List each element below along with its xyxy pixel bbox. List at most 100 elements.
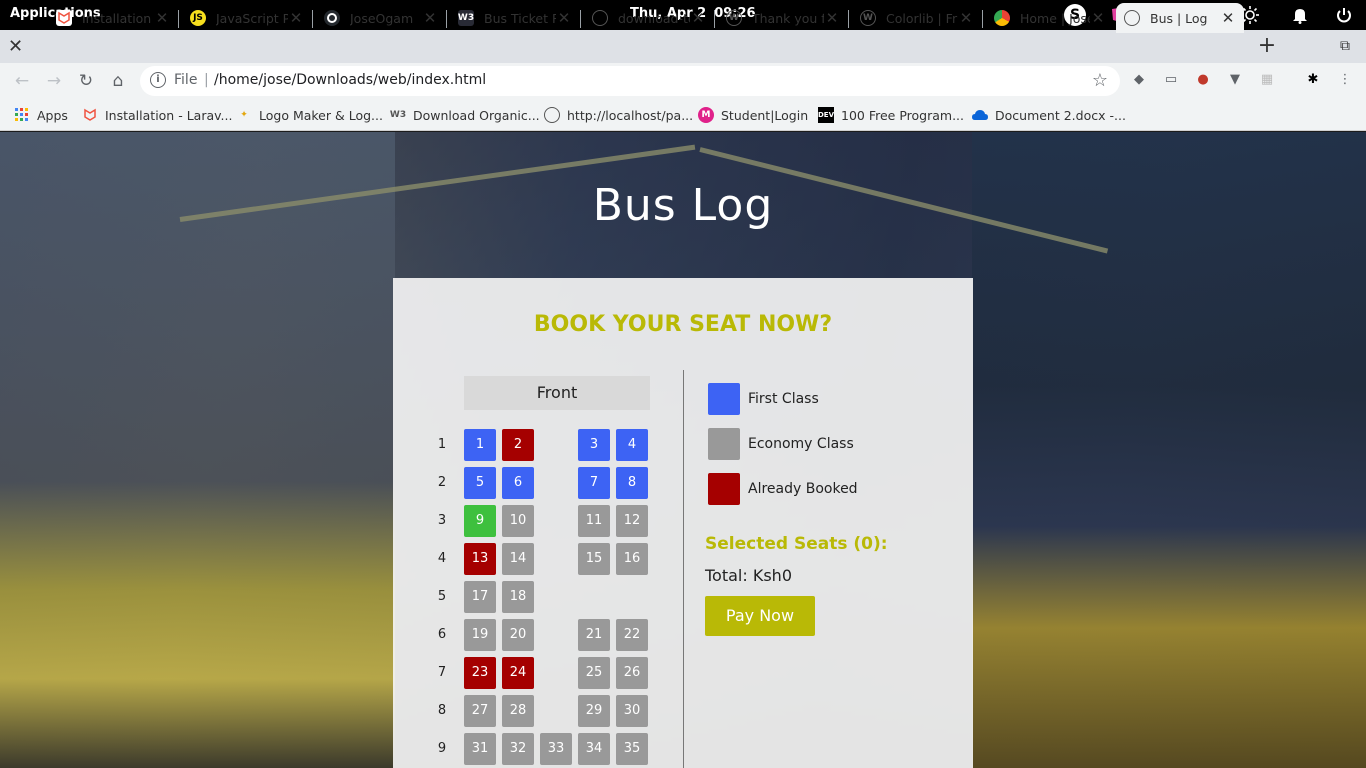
- seat-9[interactable]: 9: [464, 505, 496, 537]
- tab-close-icon[interactable]: ✕: [288, 9, 304, 27]
- seat-21[interactable]: 21: [578, 619, 610, 651]
- bookmark-star-icon[interactable]: ☆: [1092, 70, 1108, 91]
- wordpress-icon: W: [860, 10, 876, 26]
- page-viewport: Bus Log BOOK YOUR SEAT NOW? Front 112342…: [0, 132, 1366, 768]
- tab-close-icon[interactable]: ✕: [824, 9, 840, 27]
- tab-close-icon[interactable]: ✕: [1220, 9, 1236, 27]
- seat-28[interactable]: 28: [502, 695, 534, 727]
- bookmark-download-organic[interactable]: W3 Download Organic...: [390, 107, 540, 123]
- tab-installation[interactable]: Installation - ✕: [48, 3, 178, 33]
- seat-16[interactable]: 16: [616, 543, 648, 575]
- tab-close-icon[interactable]: ✕: [154, 9, 170, 27]
- seat-15[interactable]: 15: [578, 543, 610, 575]
- url-text[interactable]: /home/jose/Downloads/web/index.html: [214, 72, 486, 88]
- seat-22[interactable]: 22: [616, 619, 648, 651]
- close-window-icon[interactable]: ✕: [8, 36, 23, 57]
- seat-32[interactable]: 32: [502, 733, 534, 765]
- extension-grid-icon[interactable]: ▦: [1258, 71, 1276, 89]
- seat-34[interactable]: 34: [578, 733, 610, 765]
- tab-bus-log[interactable]: Bus | Log ✕: [1116, 3, 1244, 33]
- seat-4[interactable]: 4: [616, 429, 648, 461]
- extension-layers-icon[interactable]: ◆: [1130, 71, 1148, 89]
- seat-12[interactable]: 12: [616, 505, 648, 537]
- notification-bell-icon[interactable]: [1289, 4, 1311, 26]
- bookmark-label: Apps: [37, 107, 68, 123]
- js-icon: JS: [190, 10, 206, 26]
- seat-2[interactable]: 2: [502, 429, 534, 461]
- bookmark-student-login[interactable]: M Student|Login: [698, 107, 808, 123]
- seat-26[interactable]: 26: [616, 657, 648, 689]
- row-number: 4: [437, 551, 447, 566]
- seat-8[interactable]: 8: [616, 467, 648, 499]
- tab-download[interactable]: download-te ✕: [584, 3, 714, 33]
- seat-19[interactable]: 19: [464, 619, 496, 651]
- bookmark-localhost[interactable]: http://localhost/pa...: [544, 107, 693, 123]
- info-icon[interactable]: i: [150, 72, 166, 88]
- extension-vue-icon[interactable]: ▼: [1226, 71, 1244, 89]
- extension-bug-icon[interactable]: ✱: [1304, 71, 1322, 89]
- seat-5[interactable]: 5: [464, 467, 496, 499]
- tab-close-icon[interactable]: ✕: [1090, 9, 1106, 27]
- tab-javascript[interactable]: JS JavaScript Pr ✕: [182, 3, 312, 33]
- row-number: 9: [437, 741, 447, 756]
- seat-30[interactable]: 30: [616, 695, 648, 727]
- extension-cast-icon[interactable]: ▭: [1162, 71, 1180, 89]
- tab-search-icon[interactable]: ⧉: [1340, 38, 1350, 54]
- home-icon[interactable]: ⌂: [106, 69, 130, 93]
- bookmark-document[interactable]: Document 2.docx -...: [972, 107, 1126, 123]
- tab-close-icon[interactable]: ✕: [556, 9, 572, 27]
- new-tab-button[interactable]: +: [1255, 35, 1279, 59]
- tab-close-icon[interactable]: ✕: [958, 9, 974, 27]
- seat-14[interactable]: 14: [502, 543, 534, 575]
- bookmark-apps[interactable]: Apps: [14, 107, 68, 123]
- power-icon[interactable]: [1333, 4, 1355, 26]
- seat-31[interactable]: 31: [464, 733, 496, 765]
- tab-joseogam[interactable]: JoseOgam ✕: [316, 3, 446, 33]
- seat-20[interactable]: 20: [502, 619, 534, 651]
- bus-front-label: Front: [464, 376, 650, 410]
- seat-33[interactable]: 33: [540, 733, 572, 765]
- address-bar[interactable]: i File | /home/jose/Downloads/web/index.…: [140, 66, 1120, 96]
- scheme-label: File: [174, 72, 198, 88]
- extension-shield-icon[interactable]: ●: [1194, 71, 1212, 89]
- tab-title: Colorlib | Fr: [886, 10, 958, 26]
- bookmark-free-programs[interactable]: DEV 100 Free Program...: [818, 107, 964, 123]
- seat-13[interactable]: 13: [464, 543, 496, 575]
- seat-23[interactable]: 23: [464, 657, 496, 689]
- seat-29[interactable]: 29: [578, 695, 610, 727]
- seat-11[interactable]: 11: [578, 505, 610, 537]
- seat-35[interactable]: 35: [616, 733, 648, 765]
- seat-10[interactable]: 10: [502, 505, 534, 537]
- tab-bus-ticket[interactable]: W3 Bus Ticket Re ✕: [450, 3, 580, 33]
- tab-title: Thank you fo: [752, 10, 824, 26]
- tab-colorlib[interactable]: W Colorlib | Fr ✕: [852, 3, 982, 33]
- seat-18[interactable]: 18: [502, 581, 534, 613]
- forward-arrow-icon[interactable]: →: [42, 69, 66, 93]
- logo-maker-icon: ✦: [240, 110, 248, 120]
- seat-25[interactable]: 25: [578, 657, 610, 689]
- reload-icon[interactable]: ↻: [74, 69, 98, 93]
- bookmark-logo-maker[interactable]: ✦ Logo Maker & Log...: [236, 107, 383, 123]
- tab-separator: [848, 10, 849, 28]
- tab-title: download-te: [618, 10, 690, 26]
- seat-3[interactable]: 3: [578, 429, 610, 461]
- apps-grid-icon: [14, 107, 30, 123]
- seat-6[interactable]: 6: [502, 467, 534, 499]
- seat-7[interactable]: 7: [578, 467, 610, 499]
- globe-icon: [1124, 10, 1140, 26]
- tab-title: Installation -: [82, 10, 154, 26]
- pay-now-button[interactable]: Pay Now: [705, 596, 815, 636]
- bookmark-installation[interactable]: Installation - Larav...: [82, 107, 232, 123]
- github-icon: [324, 10, 340, 26]
- tab-thank-you[interactable]: W Thank you fo ✕: [718, 3, 848, 33]
- back-arrow-icon[interactable]: ←: [10, 69, 34, 93]
- tab-home-jose[interactable]: Home | Jose ✕: [986, 3, 1114, 33]
- tab-close-icon[interactable]: ✕: [422, 9, 438, 27]
- seat-17[interactable]: 17: [464, 581, 496, 613]
- legend-label: First Class: [748, 391, 819, 407]
- seat-24[interactable]: 24: [502, 657, 534, 689]
- menu-kebab-icon[interactable]: ⋮: [1336, 71, 1354, 89]
- tab-close-icon[interactable]: ✕: [690, 9, 706, 27]
- seat-27[interactable]: 27: [464, 695, 496, 727]
- seat-1[interactable]: 1: [464, 429, 496, 461]
